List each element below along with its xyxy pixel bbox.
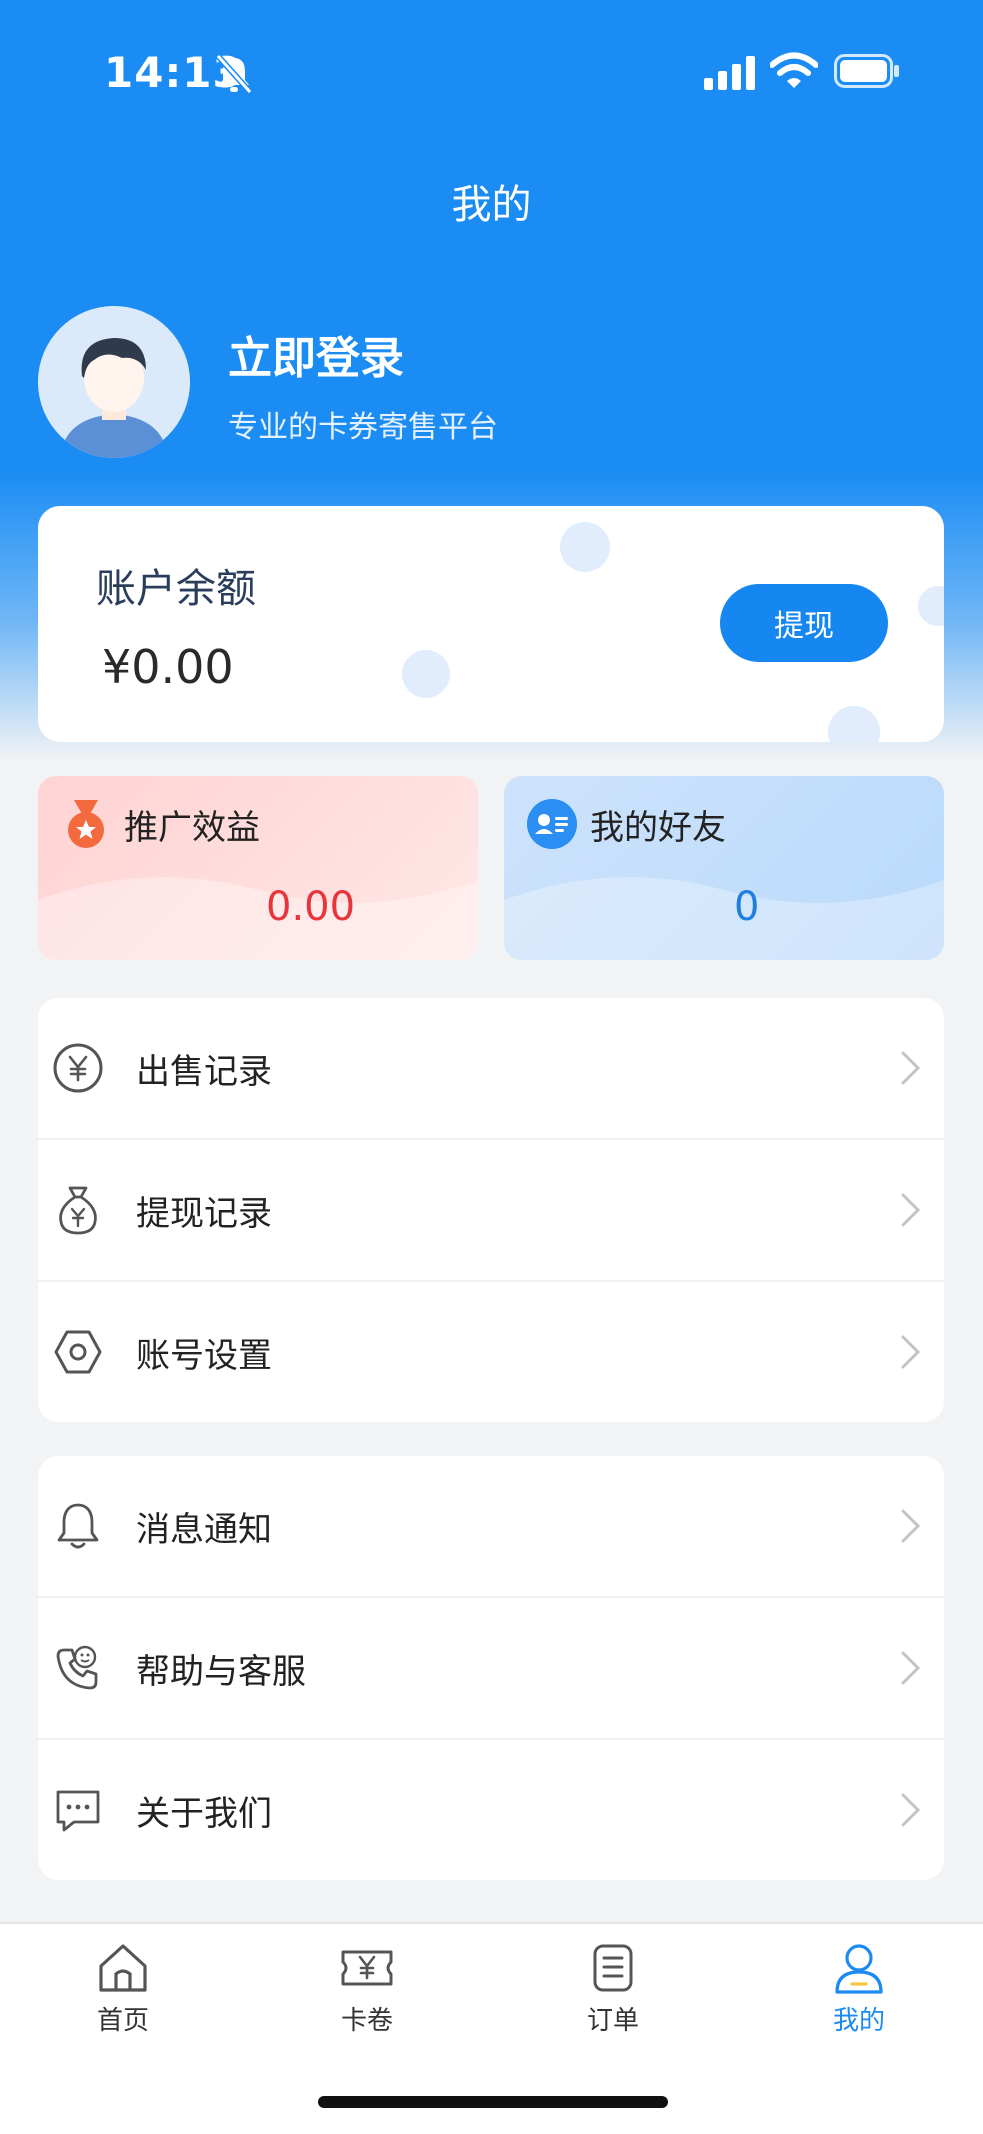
tab-label: 订单 (586, 2006, 639, 2036)
tab-label: 首页 (96, 2006, 149, 2036)
tab-label: 卡卷 (340, 2006, 393, 2036)
menu-label: 消息通知 (136, 1509, 272, 1550)
menu-group-support: 消息通知 帮助与客服 关于我们 (38, 1456, 944, 1880)
menu-label: 出售记录 (136, 1051, 272, 1092)
menu-item-account-settings[interactable]: 账号设置 (38, 1282, 944, 1422)
promotion-label: 推广效益 (124, 808, 260, 848)
phone-support-icon (56, 1645, 98, 1690)
menu-item-sales-records[interactable]: 出售记录 (38, 998, 944, 1140)
menu-item-help-support[interactable]: 帮助与客服 (38, 1598, 944, 1740)
balance-label: 账户余额 (96, 566, 256, 612)
money-bag-icon (59, 1186, 97, 1235)
chevron-right-icon (901, 1051, 921, 1085)
tab-home[interactable]: 首页 (48, 1940, 198, 2050)
chevron-right-icon (901, 1793, 921, 1827)
chevron-right-icon (901, 1193, 921, 1227)
promotion-card[interactable]: 推广效益 0.00 (38, 776, 478, 960)
menu-label: 关于我们 (136, 1793, 272, 1834)
decor-wave (504, 877, 944, 960)
menu-label: 账号设置 (136, 1335, 272, 1376)
friends-label: 我的好友 (590, 808, 726, 848)
balance-value: ¥0.00 (102, 640, 234, 694)
menu-item-withdraw-records[interactable]: 提现记录 (38, 1140, 944, 1282)
chevron-right-icon (901, 1651, 921, 1685)
chevron-right-icon (901, 1509, 921, 1543)
contact-card-icon (527, 799, 577, 849)
tab-orders[interactable]: 订单 (538, 1940, 688, 2050)
yen-circle-icon (53, 1043, 103, 1093)
avatar[interactable] (38, 306, 190, 458)
promotion-value: 0.00 (266, 884, 356, 930)
decor-bubble (560, 522, 610, 572)
menu-item-notifications[interactable]: 消息通知 (38, 1456, 944, 1598)
battery-icon (834, 54, 899, 88)
decor-bubble (402, 650, 450, 698)
chat-bubble-icon (56, 1790, 100, 1832)
ticket-icon (341, 1950, 393, 1986)
home-icon (99, 1944, 147, 1992)
page-title: 我的 (451, 182, 532, 228)
medal-icon (68, 800, 104, 848)
profile-subtitle: 专业的卡券寄售平台 (228, 410, 498, 445)
balance-card: 账户余额 ¥0.00 提现 (38, 506, 944, 742)
friends-card[interactable]: 我的好友 0 (504, 776, 944, 960)
decor-wave (38, 877, 478, 960)
decor-bubble (918, 586, 944, 626)
login-button[interactable]: 立即登录 (228, 322, 404, 386)
cellular-signal-icon (704, 56, 755, 90)
wifi-icon (770, 52, 818, 88)
tab-mine[interactable]: 我的 (784, 1940, 934, 2050)
decor-bubble (828, 706, 880, 742)
chevron-right-icon (901, 1335, 921, 1369)
home-indicator[interactable] (318, 2096, 668, 2108)
default-avatar-icon (38, 306, 190, 458)
bell-icon (57, 1503, 99, 1549)
friends-value: 0 (734, 884, 760, 930)
withdraw-button[interactable]: 提现 (720, 584, 888, 662)
menu-item-about-us[interactable]: 关于我们 (38, 1740, 944, 1880)
user-icon (835, 1944, 883, 1994)
menu-group-records: 出售记录 提现记录 账号设置 (38, 998, 944, 1422)
menu-label: 帮助与客服 (136, 1651, 306, 1692)
order-list-icon (593, 1944, 633, 1992)
hexagon-settings-icon (54, 1330, 102, 1374)
tab-label: 我的 (832, 2006, 885, 2036)
bell-muted-icon (215, 54, 253, 94)
menu-label: 提现记录 (136, 1193, 272, 1234)
tab-tickets[interactable]: 卡卷 (292, 1940, 442, 2050)
